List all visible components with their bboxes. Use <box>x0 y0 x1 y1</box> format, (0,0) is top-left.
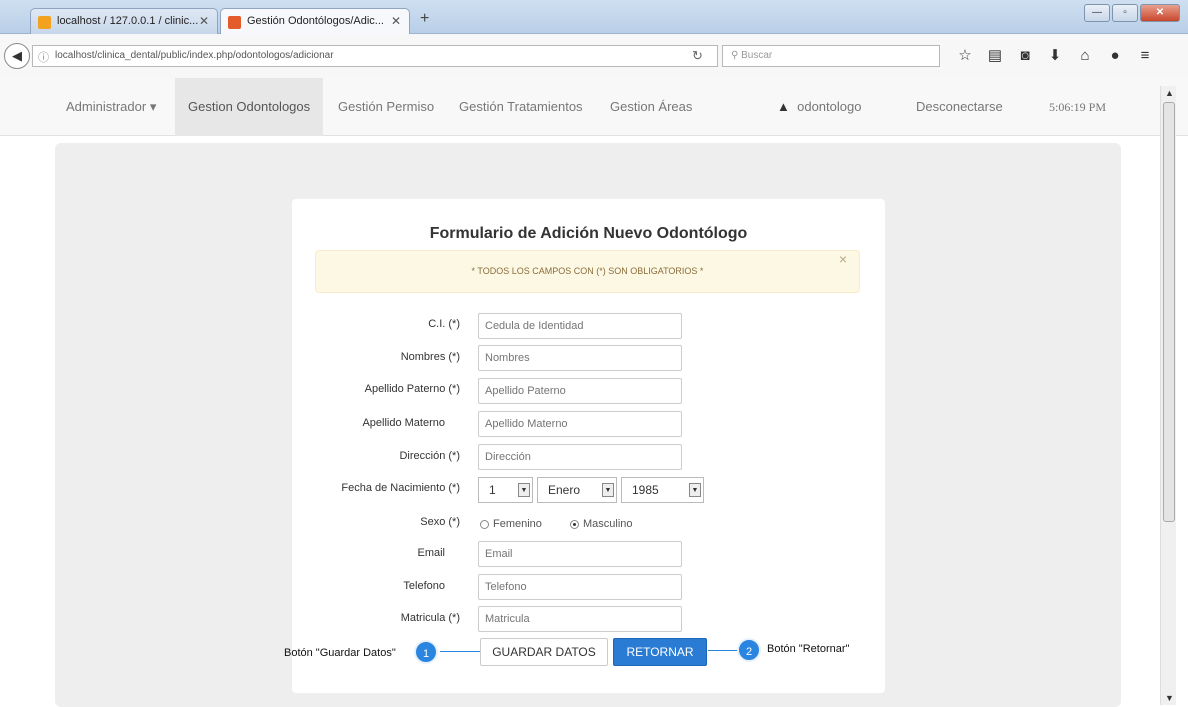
sexo-label: Sexo (*) <box>420 516 460 528</box>
dropdown-arrow-icon: ▼ <box>689 483 701 497</box>
direccion-label: Dirección (*) <box>399 450 460 462</box>
search-icon: ⚲ <box>731 50 742 61</box>
radio-label: Masculino <box>583 518 633 530</box>
guardar-datos-button[interactable]: GUARDAR DATOS <box>480 638 608 666</box>
window-close-icon[interactable]: ✕ <box>1140 4 1180 22</box>
matricula-label: Matricula (*) <box>400 612 460 624</box>
tab-phpmyadmin[interactable]: localhost / 127.0.0.1 / clinic... ✕ <box>30 8 218 34</box>
browser-titlebar: localhost / 127.0.0.1 / clinic... ✕ Gest… <box>0 0 1188 34</box>
birth-year-value: 1985 <box>632 483 659 497</box>
vertical-scrollbar[interactable]: ▲ ▼ <box>1160 86 1176 705</box>
retornar-button[interactable]: RETORNAR <box>613 638 707 666</box>
birth-month-value: Enero <box>548 483 581 497</box>
menu-icon[interactable]: ≡ <box>1130 46 1160 66</box>
url-bar[interactable]: ⓘ localhost/clinica_dental/public/index.… <box>32 45 718 67</box>
ci-label: C.I. (*) <box>428 318 460 330</box>
pocket-icon[interactable]: ◙ <box>1010 46 1040 66</box>
scroll-down-icon[interactable]: ▼ <box>1165 693 1174 703</box>
required-fields-alert: * TODOS LOS CAMPOS CON (*) SON OBLIGATOR… <box>315 250 860 293</box>
sexo-masculino-radio[interactable]: Masculino <box>570 518 633 530</box>
apellido-paterno-input[interactable] <box>478 378 682 404</box>
radio-label: Femenino <box>493 518 542 530</box>
app-navbar: Administrador ▾ Gestion Odontologos Gest… <box>0 78 1188 136</box>
email-label: Email <box>417 547 445 559</box>
user-name: odontologo <box>797 99 862 114</box>
caret-down-icon: ▾ <box>149 99 157 114</box>
apellido-paterno-label: Apellido Paterno (*) <box>364 383 460 395</box>
site-info-icon[interactable]: ⓘ <box>38 49 49 65</box>
nav-gestion-odontologos[interactable]: Gestion Odontologos <box>175 78 324 136</box>
nombres-input[interactable] <box>478 345 682 371</box>
radio-checked-icon <box>570 519 579 529</box>
callout-text-1: Botón "Guardar Datos" <box>284 647 396 659</box>
fecha-nacimiento-label: Fecha de Nacimiento (*) <box>341 482 460 494</box>
birth-day-select[interactable]: 1 ▼ <box>478 477 533 503</box>
scroll-thumb[interactable] <box>1163 102 1175 522</box>
minimize-icon[interactable]: — <box>1084 4 1110 22</box>
download-icon[interactable]: ⬇ <box>1040 46 1070 66</box>
phpmyadmin-favicon-icon <box>38 16 51 29</box>
sexo-femenino-radio[interactable]: Femenino <box>480 518 542 530</box>
apellido-materno-input[interactable] <box>478 411 682 437</box>
dropdown-arrow-icon: ▼ <box>602 483 614 497</box>
chat-icon[interactable]: ● <box>1100 46 1130 66</box>
ci-input[interactable] <box>478 313 682 339</box>
alert-close-icon[interactable]: × <box>839 239 847 280</box>
alert-text: * TODOS LOS CAMPOS CON (*) SON OBLIGATOR… <box>471 266 704 276</box>
birth-year-select[interactable]: 1985 ▼ <box>621 477 704 503</box>
nav-administrador-dropdown[interactable]: Administrador ▾ <box>66 78 156 136</box>
nav-label: Administrador <box>66 99 147 114</box>
birth-month-select[interactable]: Enero ▼ <box>537 477 617 503</box>
nav-user[interactable]: ▲ odontologo <box>777 78 861 136</box>
callout-text-2: Botón "Retornar" <box>767 643 850 655</box>
callout-line-1 <box>440 651 480 652</box>
reading-list-icon[interactable]: ▤ <box>980 46 1010 66</box>
telefono-input[interactable] <box>478 574 682 600</box>
scroll-up-icon[interactable]: ▲ <box>1165 88 1174 98</box>
radio-icon <box>480 519 489 529</box>
tab-label: Gestión Odontólogos/Adic... <box>247 15 384 27</box>
birth-day-value: 1 <box>489 483 496 497</box>
nav-gestion-areas[interactable]: Gestion Áreas <box>610 78 692 136</box>
tab-close-icon[interactable]: ✕ <box>391 14 401 28</box>
tab-gestion-odontologos[interactable]: Gestión Odontólogos/Adic... ✕ <box>220 8 410 34</box>
direccion-input[interactable] <box>478 444 682 470</box>
user-icon: ▲ <box>777 99 790 114</box>
nav-logout[interactable]: Desconectarse <box>916 78 1003 136</box>
new-tab-icon[interactable]: + <box>420 10 429 28</box>
star-icon[interactable]: ☆ <box>950 46 980 66</box>
home-icon[interactable]: ⌂ <box>1070 46 1100 66</box>
search-placeholder: Buscar <box>741 50 773 61</box>
nav-gestion-permiso[interactable]: Gestión Permiso <box>338 78 434 136</box>
apellido-materno-label: Apellido Materno <box>362 417 445 429</box>
nav-gestion-tratamientos[interactable]: Gestión Tratamientos <box>459 78 583 136</box>
email-input[interactable] <box>478 541 682 567</box>
matricula-input[interactable] <box>478 606 682 632</box>
callout-line-2 <box>708 650 738 651</box>
telefono-label: Telefono <box>403 580 445 592</box>
search-input[interactable]: ⚲ Buscar <box>722 45 940 67</box>
tab-label: localhost / 127.0.0.1 / clinic... <box>57 15 199 27</box>
clock: 5:06:19 PM <box>1049 100 1107 114</box>
reload-icon[interactable]: ↻ <box>692 48 703 64</box>
nombres-label: Nombres (*) <box>400 351 460 363</box>
maximize-icon[interactable]: ▫ <box>1112 4 1138 22</box>
callout-badge-2: 2 <box>737 638 761 662</box>
app-favicon-icon <box>228 16 241 29</box>
dropdown-arrow-icon: ▼ <box>518 483 530 497</box>
back-arrow-icon[interactable]: ◀ <box>4 43 30 69</box>
url-text: localhost/clinica_dental/public/index.ph… <box>55 50 334 61</box>
form-title: Formulario de Adición Nuevo Odontólogo <box>429 225 748 242</box>
callout-badge-1: 1 <box>414 640 438 664</box>
tab-close-icon[interactable]: ✕ <box>199 14 209 28</box>
